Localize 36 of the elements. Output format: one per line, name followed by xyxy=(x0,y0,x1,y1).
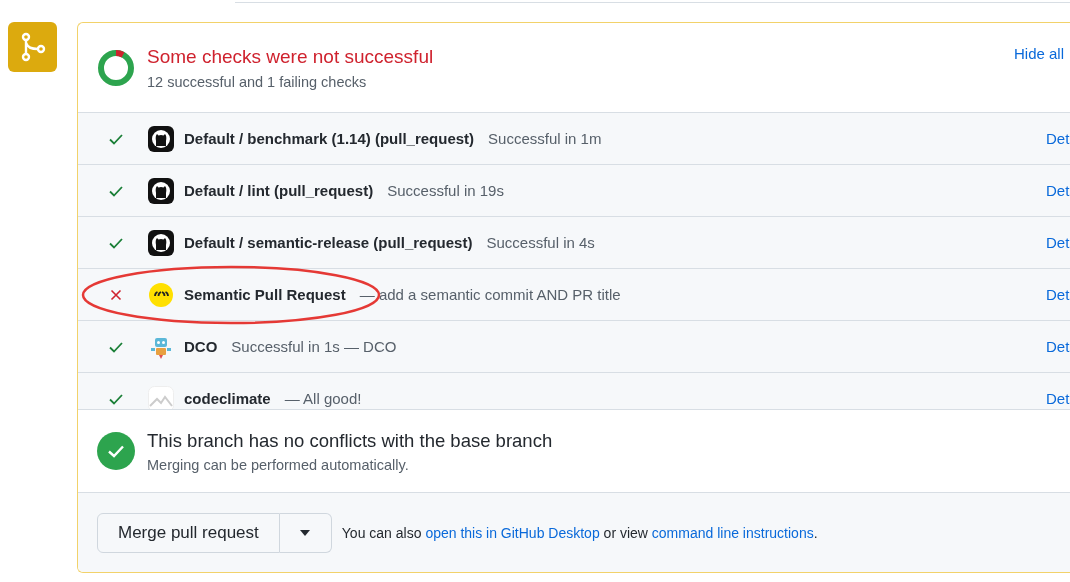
details-link[interactable]: Det xyxy=(1046,234,1070,251)
check-description: — add a semantic commit AND PR title xyxy=(359,286,622,303)
check-name: Semantic Pull Request xyxy=(184,286,346,303)
check-description: Successful in 4s xyxy=(486,234,596,251)
check-name: Default / benchmark (1.14) (pull_request) xyxy=(184,130,475,147)
quote-icon xyxy=(148,281,174,308)
desktop-link[interactable]: open this in GitHub Desktop xyxy=(425,524,600,541)
success-icon xyxy=(97,432,135,470)
checks-summary: 12 successful and 1 failing checks xyxy=(147,73,367,90)
merge-button[interactable]: Merge pull request xyxy=(97,512,280,553)
command-line-link[interactable]: command line instructions xyxy=(651,524,814,541)
check-description: — All good! xyxy=(284,390,363,407)
check-description: Successful in 1m xyxy=(488,130,603,147)
check-description: Successful in 19s xyxy=(387,182,505,199)
details-link[interactable]: Det xyxy=(1046,286,1070,303)
donut-icon xyxy=(97,48,135,87)
details-link[interactable]: Det xyxy=(1046,390,1070,407)
check-name: Default / lint (pull_request) xyxy=(184,182,374,199)
merge-hint: You can also open this in GitHub Desktop or view command line instructions. xyxy=(341,524,818,541)
hide-all-link[interactable]: Hide all xyxy=(1013,45,1064,62)
check-description: Successful in 1s — DCO xyxy=(231,338,398,355)
merge-status-title: This branch has no conflicts with the base branch xyxy=(147,429,553,452)
branch-icon xyxy=(8,22,57,72)
check-name: codeclimate xyxy=(184,390,271,407)
details-link[interactable]: Det xyxy=(1046,182,1070,199)
checks-title: Some checks were not successful xyxy=(147,45,434,68)
octocat-icon xyxy=(148,177,174,204)
check-name: Default / semantic-release (pull_request) xyxy=(184,234,473,251)
details-link[interactable]: Det xyxy=(1046,130,1070,147)
octocat-icon xyxy=(148,125,174,152)
merge-options-button[interactable] xyxy=(279,512,332,553)
merge-status-subtitle: Merging can be performed automatically. xyxy=(147,456,410,473)
check-name: DCO xyxy=(184,338,218,355)
octocat-icon xyxy=(148,229,174,256)
caret-icon xyxy=(300,529,311,536)
details-link[interactable]: Det xyxy=(1046,338,1070,355)
